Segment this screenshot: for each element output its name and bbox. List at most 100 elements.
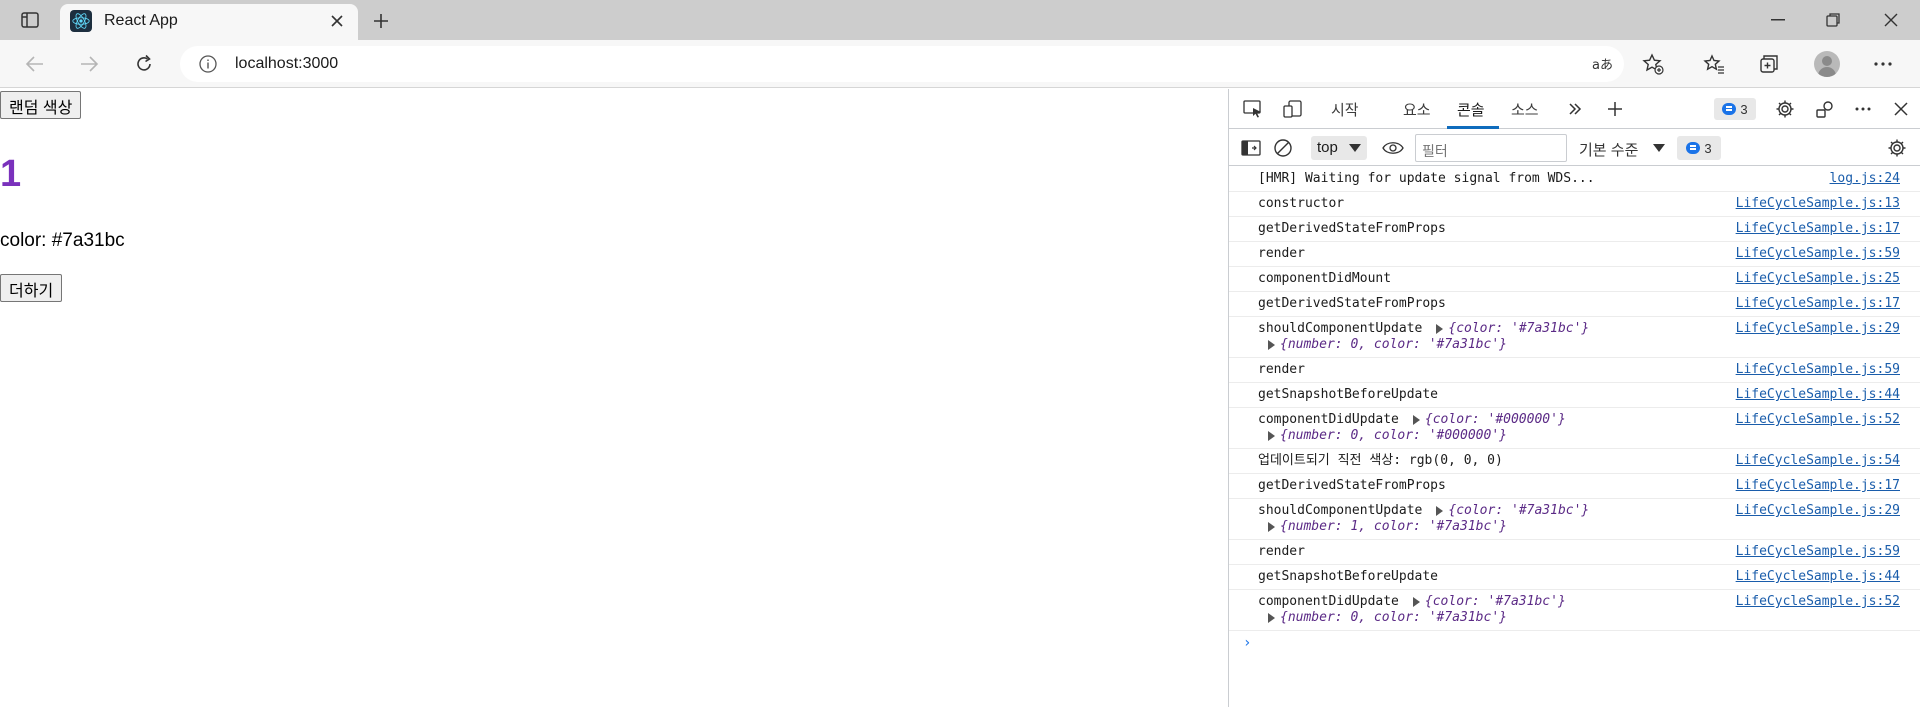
react-logo-icon bbox=[70, 10, 92, 32]
log-object-preview[interactable]: {color: '#7a31bc'} bbox=[1448, 321, 1589, 336]
log-object-preview[interactable]: {number: 0, color: '#000000'} bbox=[1280, 428, 1507, 443]
levels-dropdown-arrow-icon bbox=[1653, 144, 1665, 152]
devtools-toolbar: 시작 요소 콘솔 소스 3 bbox=[1229, 89, 1920, 129]
sidebar-toggle-icon[interactable] bbox=[1237, 136, 1265, 160]
counter-number: 1 bbox=[0, 153, 22, 195]
log-source-link[interactable]: LifeCycleSample.js:17 bbox=[1736, 478, 1900, 494]
address-bar[interactable]: localhost:3000 aあ bbox=[180, 46, 1624, 82]
log-second-line: {number: 0, color: '#000000'} bbox=[1258, 428, 1920, 444]
tab-welcome[interactable]: 시작 bbox=[1331, 99, 1359, 120]
log-message: constructor bbox=[1258, 196, 1345, 211]
log-object-preview[interactable]: {number: 0, color: '#7a31bc'} bbox=[1280, 610, 1507, 625]
add-favorite-icon[interactable] bbox=[1640, 52, 1666, 76]
log-source-link[interactable]: LifeCycleSample.js:59 bbox=[1736, 246, 1900, 262]
log-object-preview[interactable]: {color: '#7a31bc'} bbox=[1425, 594, 1566, 609]
more-options-icon[interactable] bbox=[1866, 48, 1900, 80]
log-source-link[interactable]: LifeCycleSample.js:17 bbox=[1736, 296, 1900, 312]
close-tab-icon[interactable] bbox=[326, 10, 348, 32]
log-message: componentDidUpdate bbox=[1258, 594, 1399, 609]
avatar bbox=[1814, 51, 1840, 77]
tab-strip: React App bbox=[0, 0, 1920, 40]
context-value: top bbox=[1317, 139, 1338, 156]
log-source-link[interactable]: LifeCycleSample.js:25 bbox=[1736, 271, 1900, 287]
minimize-icon[interactable] bbox=[1755, 6, 1801, 34]
more-tabs-icon[interactable] bbox=[1561, 97, 1589, 121]
expand-arrow-icon[interactable] bbox=[1436, 323, 1444, 334]
tab-console[interactable]: 콘솔 bbox=[1457, 99, 1485, 120]
log-message: getDerivedStateFromProps bbox=[1258, 221, 1446, 236]
console-prompt[interactable]: › bbox=[1229, 631, 1920, 657]
console-log-row: render LifeCycleSample.js:59 bbox=[1229, 540, 1920, 565]
profile-avatar[interactable] bbox=[1810, 48, 1844, 80]
log-source-link[interactable]: LifeCycleSample.js:52 bbox=[1736, 412, 1900, 428]
forward-icon[interactable] bbox=[72, 48, 106, 80]
restore-icon[interactable] bbox=[1810, 6, 1856, 34]
log-source-link[interactable]: LifeCycleSample.js:29 bbox=[1736, 321, 1900, 337]
context-selector[interactable]: top bbox=[1311, 136, 1367, 160]
refresh-icon[interactable] bbox=[127, 48, 161, 80]
log-message: componentDidMount bbox=[1258, 271, 1392, 286]
settings-gear-icon[interactable] bbox=[1771, 97, 1799, 121]
log-source-link[interactable]: log.js:24 bbox=[1830, 171, 1900, 187]
console-log-row: [HMR] Waiting for update signal from WDS… bbox=[1229, 167, 1920, 192]
expand-arrow-icon[interactable] bbox=[1268, 521, 1275, 532]
log-message: render bbox=[1258, 544, 1305, 559]
favorites-icon[interactable] bbox=[1697, 48, 1731, 80]
svg-text:aあ: aあ bbox=[1592, 58, 1613, 73]
log-source-link[interactable]: LifeCycleSample.js:52 bbox=[1736, 594, 1900, 610]
log-source-link[interactable]: LifeCycleSample.js:17 bbox=[1736, 221, 1900, 237]
tab-elements[interactable]: 요소 bbox=[1403, 99, 1431, 120]
log-message: getDerivedStateFromProps bbox=[1258, 296, 1446, 311]
log-levels-dropdown[interactable]: 기본 수준 bbox=[1579, 139, 1638, 160]
add-tool-icon[interactable] bbox=[1601, 97, 1629, 121]
back-icon[interactable] bbox=[18, 48, 52, 80]
log-source-link[interactable]: LifeCycleSample.js:59 bbox=[1736, 362, 1900, 378]
console-filter-input[interactable] bbox=[1415, 134, 1567, 162]
connection-icon[interactable] bbox=[1811, 97, 1839, 121]
log-source-link[interactable]: LifeCycleSample.js:29 bbox=[1736, 503, 1900, 519]
new-tab-icon[interactable] bbox=[368, 8, 394, 34]
log-source-link[interactable]: LifeCycleSample.js:54 bbox=[1736, 453, 1900, 469]
read-aloud-icon[interactable]: aあ bbox=[1590, 52, 1616, 76]
console-log-row: getDerivedStateFromProps LifeCycleSample.… bbox=[1229, 292, 1920, 317]
log-message: shouldComponentUpdate bbox=[1258, 321, 1423, 336]
expand-arrow-icon[interactable] bbox=[1412, 596, 1420, 607]
expand-arrow-icon[interactable] bbox=[1268, 339, 1275, 350]
log-object-preview[interactable]: {number: 1, color: '#7a31bc'} bbox=[1280, 519, 1507, 534]
log-message: 업데이트되기 직전 색상: rgb(0, 0, 0) bbox=[1258, 453, 1503, 468]
device-emulation-icon[interactable] bbox=[1279, 97, 1307, 121]
collections-icon[interactable] bbox=[1752, 48, 1786, 80]
log-source-link[interactable]: LifeCycleSample.js:44 bbox=[1736, 569, 1900, 585]
expand-arrow-icon[interactable] bbox=[1412, 414, 1420, 425]
customize-devtools-icon[interactable] bbox=[1849, 97, 1877, 121]
console-issues-badge[interactable]: 3 bbox=[1677, 136, 1721, 160]
expand-arrow-icon[interactable] bbox=[1436, 505, 1444, 516]
site-info-icon[interactable] bbox=[198, 54, 218, 74]
close-devtools-icon[interactable] bbox=[1887, 97, 1915, 121]
log-message: [HMR] Waiting for update signal from WDS… bbox=[1258, 171, 1595, 186]
inspect-element-icon[interactable] bbox=[1239, 97, 1267, 121]
expand-arrow-icon[interactable] bbox=[1268, 430, 1275, 441]
close-window-icon[interactable] bbox=[1868, 6, 1914, 34]
live-expression-eye-icon[interactable] bbox=[1379, 136, 1407, 160]
console-log-row: constructor LifeCycleSample.js:13 bbox=[1229, 192, 1920, 217]
log-second-line: {number: 1, color: '#7a31bc'} bbox=[1258, 519, 1920, 535]
console-settings-gear-icon[interactable] bbox=[1883, 136, 1911, 160]
dropdown-arrow-icon bbox=[1349, 144, 1361, 152]
log-source-link[interactable]: LifeCycleSample.js:13 bbox=[1736, 196, 1900, 212]
log-object-preview[interactable]: {color: '#7a31bc'} bbox=[1448, 503, 1589, 518]
browser-tab[interactable]: React App bbox=[60, 4, 358, 40]
log-message: shouldComponentUpdate bbox=[1258, 503, 1423, 518]
console-log-row: getSnapshotBeforeUpdate LifeCycleSample.j… bbox=[1229, 565, 1920, 590]
log-object-preview[interactable]: {color: '#000000'} bbox=[1425, 412, 1566, 427]
clear-console-icon[interactable] bbox=[1269, 136, 1297, 160]
issues-badge[interactable]: 3 bbox=[1714, 98, 1756, 120]
add-button[interactable]: 더하기 bbox=[0, 274, 63, 302]
expand-arrow-icon[interactable] bbox=[1268, 612, 1275, 623]
tab-actions-icon[interactable] bbox=[14, 8, 46, 32]
log-source-link[interactable]: LifeCycleSample.js:59 bbox=[1736, 544, 1900, 560]
random-color-button[interactable]: 랜덤 색상 bbox=[0, 91, 82, 119]
log-object-preview[interactable]: {number: 0, color: '#7a31bc'} bbox=[1280, 337, 1507, 352]
log-source-link[interactable]: LifeCycleSample.js:44 bbox=[1736, 387, 1900, 403]
tab-sources[interactable]: 소스 bbox=[1511, 99, 1539, 120]
